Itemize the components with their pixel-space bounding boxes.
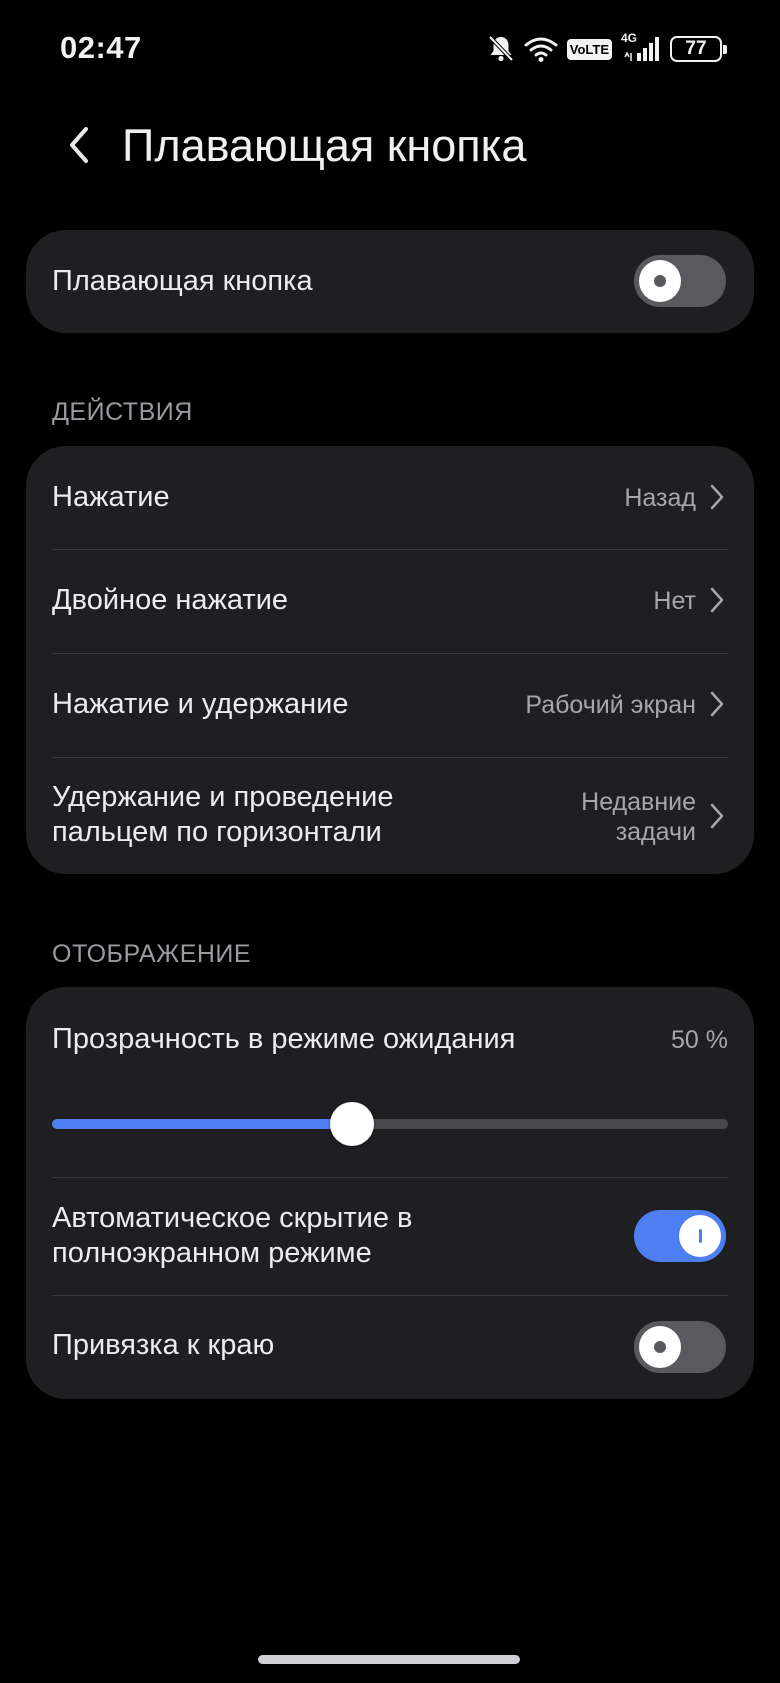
chevron-right-icon bbox=[710, 484, 724, 510]
floating-button-toggle-row[interactable]: Плавающая кнопка bbox=[26, 230, 754, 333]
section-title-display: ОТОБРАЖЕНИЕ bbox=[52, 940, 252, 968]
toggle-knob bbox=[639, 1326, 681, 1368]
action-label: Нажатие bbox=[52, 481, 170, 513]
signal-icon: 4G bbox=[621, 31, 661, 63]
page-title: Плавающая кнопка bbox=[122, 120, 527, 171]
actions-card: Нажатие Назад Двойное нажатие Нет Нажати… bbox=[26, 446, 754, 874]
battery-level: 77 bbox=[685, 38, 707, 59]
action-value: Назад bbox=[624, 484, 696, 512]
network-type: 4G bbox=[621, 31, 638, 45]
edge-snap-label: Привязка к краю bbox=[52, 1329, 275, 1361]
edge-snap-toggle[interactable] bbox=[634, 1321, 726, 1373]
volte-icon: VoLTE bbox=[566, 38, 612, 60]
floating-button-toggle[interactable] bbox=[634, 255, 726, 307]
section-title-actions: ДЕЙСТВИЯ bbox=[52, 398, 193, 426]
status-icons: VoLTE 4G 77 bbox=[487, 31, 727, 66]
slider-thumb[interactable] bbox=[330, 1102, 375, 1146]
display-card: Прозрачность в режиме ожидания 50 % Авто… bbox=[26, 987, 754, 1399]
header: Плавающая кнопка bbox=[0, 108, 780, 182]
edge-snap-row[interactable]: Привязка к краю bbox=[26, 1295, 754, 1399]
transparency-value: 50 % bbox=[671, 1026, 728, 1054]
chevron-right-icon bbox=[710, 587, 724, 613]
action-value: Рабочий экран bbox=[525, 691, 696, 719]
auto-hide-row[interactable]: Автоматическое скрытие в полноэкранном р… bbox=[26, 1177, 754, 1295]
floating-button-label: Плавающая кнопка bbox=[52, 265, 313, 297]
wifi-icon bbox=[524, 35, 558, 63]
transparency-row: Прозрачность в режиме ожидания 50 % bbox=[26, 987, 754, 1177]
action-label: Двойное нажатие bbox=[52, 584, 289, 616]
battery-icon: 77 bbox=[670, 36, 727, 62]
home-indicator[interactable] bbox=[258, 1655, 520, 1664]
action-label: Нажатие и удержание bbox=[52, 688, 349, 720]
auto-hide-toggle[interactable] bbox=[634, 1210, 726, 1262]
chevron-right-icon bbox=[710, 803, 724, 829]
status-time: 02:47 bbox=[60, 30, 142, 65]
action-label: Удержание и проведение пальцем по горизо… bbox=[52, 781, 394, 848]
main-toggle-card: Плавающая кнопка bbox=[26, 230, 754, 333]
toggle-knob bbox=[679, 1215, 721, 1257]
status-bar: 02:47 VoLTE 4G 77 bbox=[0, 0, 780, 96]
action-value: Недавние задачи bbox=[581, 788, 696, 846]
action-row-hold-swipe[interactable]: Удержание и проведение пальцем по горизо… bbox=[26, 757, 754, 874]
action-row-tap[interactable]: Нажатие Назад bbox=[26, 446, 754, 549]
chevron-left-icon[interactable] bbox=[56, 122, 102, 168]
auto-hide-label: Автоматическое скрытие в полноэкранном р… bbox=[52, 1202, 413, 1269]
action-value: Нет bbox=[653, 587, 696, 615]
toggle-knob bbox=[639, 260, 681, 302]
bell-muted-icon bbox=[487, 34, 515, 64]
chevron-right-icon bbox=[710, 691, 724, 717]
action-row-double-tap[interactable]: Двойное нажатие Нет bbox=[26, 549, 754, 653]
action-row-long-press[interactable]: Нажатие и удержание Рабочий экран bbox=[26, 653, 754, 757]
transparency-label: Прозрачность в режиме ожидания bbox=[52, 1023, 516, 1055]
transparency-slider[interactable] bbox=[52, 1102, 728, 1146]
slider-fill bbox=[52, 1119, 353, 1129]
